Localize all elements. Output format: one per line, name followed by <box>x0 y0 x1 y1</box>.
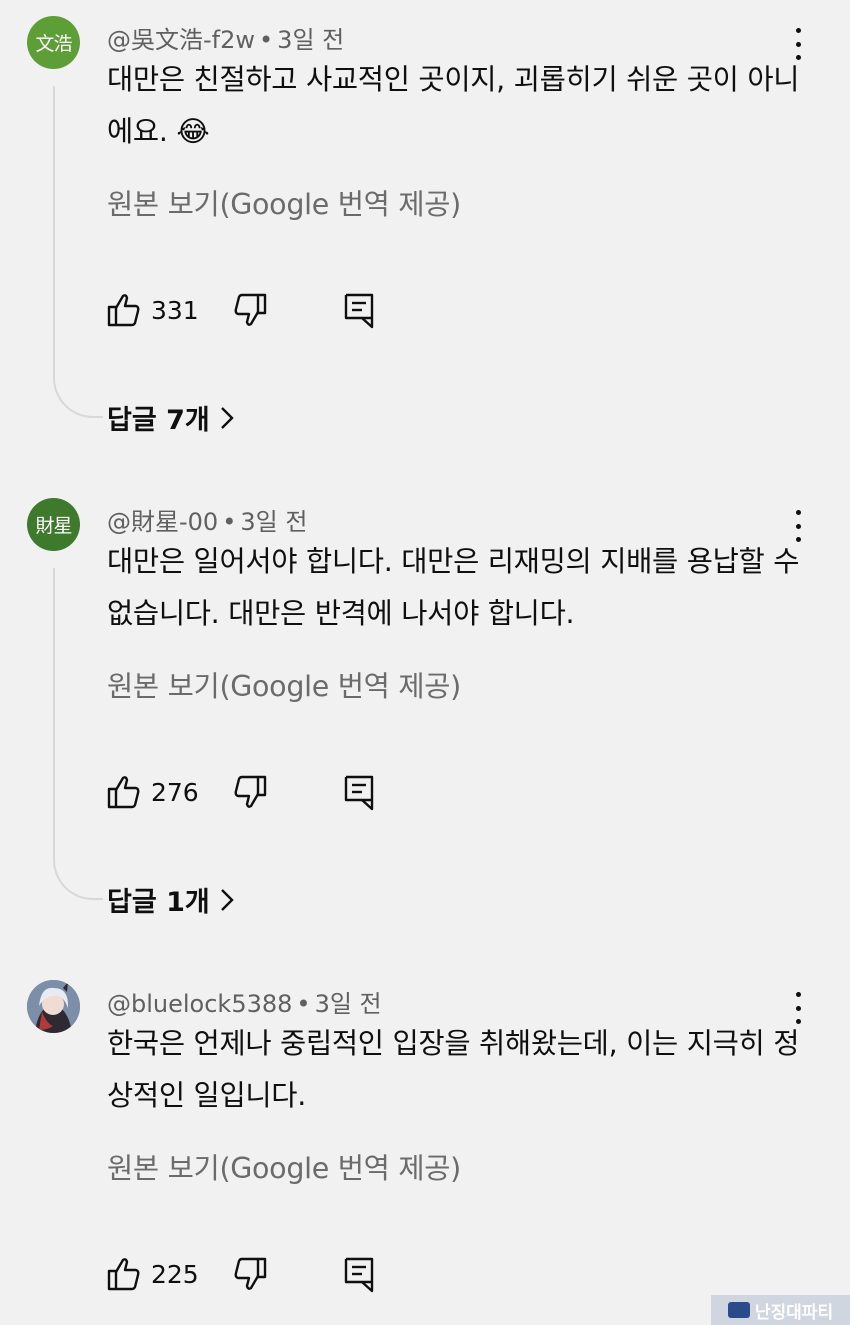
thumb-up-icon[interactable] <box>107 774 141 810</box>
meta-separator: • <box>259 26 274 54</box>
comment-meta: @bluelock5388 • 3일 전 <box>107 984 382 1019</box>
reply-icon[interactable] <box>343 1256 375 1294</box>
comment-text: 한국은 언제나 중립적인 입장을 취해왔는데, 이는 지극히 정상적인 일입니다… <box>107 1027 800 1112</box>
meta-separator: • <box>296 990 311 1018</box>
view-original-link[interactable]: 원본 보기(Google 번역 제공) <box>107 182 461 223</box>
comment-meta: @吳文浩-f2w • 3일 전 <box>107 20 344 55</box>
reply-icon[interactable] <box>343 292 375 330</box>
chevron-right-icon <box>220 406 234 429</box>
replies-toggle[interactable]: 답글 7개 <box>107 398 234 437</box>
comment-time: 3일 전 <box>277 26 345 54</box>
watermark-logo-icon <box>727 1302 750 1318</box>
author-handle[interactable]: @吳文浩-f2w <box>107 26 255 54</box>
comment-actions: 276 <box>107 774 407 814</box>
replies-label: 답글 1개 <box>107 887 210 918</box>
avatar-image <box>27 980 80 1033</box>
meta-separator: • <box>222 508 237 536</box>
like-count: 225 <box>151 1260 199 1289</box>
like-count: 276 <box>151 778 199 807</box>
thumb-up-icon[interactable] <box>107 1256 141 1292</box>
author-handle[interactable]: @bluelock5388 <box>107 990 292 1018</box>
avatar[interactable]: 財星 <box>27 498 80 551</box>
view-original-link[interactable]: 원본 보기(Google 번역 제공) <box>107 664 461 705</box>
avatar[interactable] <box>27 980 80 1033</box>
thumb-up-icon[interactable] <box>107 292 141 328</box>
watermark-text: 난징대파티 <box>754 1302 834 1323</box>
view-original-link[interactable]: 원본 보기(Google 번역 제공) <box>107 1146 461 1187</box>
comment-actions: 331 <box>107 292 407 332</box>
chevron-right-icon <box>220 888 234 911</box>
thread-line <box>53 86 103 418</box>
thumb-down-icon[interactable] <box>233 774 267 810</box>
comment-text: 대만은 일어서야 합니다. 대만은 리재밍의 지배를 용납할 수 없습니다. 대… <box>107 545 800 630</box>
replies-toggle[interactable]: 답글 1개 <box>107 880 234 919</box>
comment-text: 대만은 친절하고 사교적인 곳이지, 괴롭히기 쉬운 곳이 아니에요. 😂 <box>107 63 800 148</box>
watermark: 난징대파티 <box>711 1295 850 1325</box>
author-handle[interactable]: @財星-00 <box>107 508 218 536</box>
replies-label: 답글 7개 <box>107 405 210 436</box>
comment-time: 3일 전 <box>240 508 308 536</box>
comment-time: 3일 전 <box>314 990 382 1018</box>
thumb-down-icon[interactable] <box>233 292 267 328</box>
comment-actions: 225 <box>107 1256 407 1296</box>
like-count: 331 <box>151 296 199 325</box>
thread-line <box>53 568 103 900</box>
avatar[interactable]: 文浩 <box>27 16 80 69</box>
thumb-down-icon[interactable] <box>233 1256 267 1292</box>
comment-meta: @財星-00 • 3일 전 <box>107 502 307 537</box>
reply-icon[interactable] <box>343 774 375 812</box>
